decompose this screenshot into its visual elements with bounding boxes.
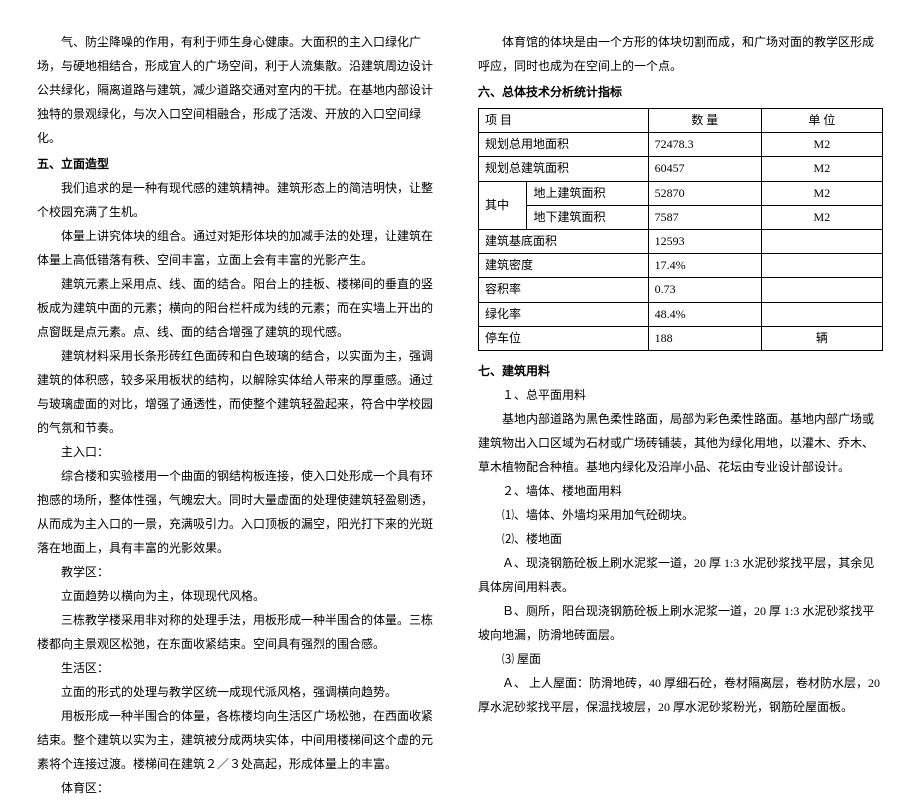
cell-unit: 辆 — [761, 326, 882, 350]
cell-qty: 48.4% — [648, 302, 761, 326]
table-row: 其中 地上建筑面积 52870 M2 — [479, 181, 883, 205]
cell-label: 建筑密度 — [479, 254, 649, 278]
table-row: 规划总用地面积 72478.3 M2 — [479, 133, 883, 157]
cell-unit — [761, 254, 882, 278]
cell-qty: 72478.3 — [648, 133, 761, 157]
left-column: 气、防尘降噪的作用，有利于师生身心健康。大面积的主入口绿化广场，与硬地相结合，形… — [25, 30, 460, 631]
cell-group-label: 其中 — [479, 181, 527, 229]
para-5-1: 我们追求的是一种有现代感的建筑精神。建筑形态上的简洁明快，让整个校园充满了生机。 — [37, 176, 442, 224]
heading-6: 六、总体技术分析统计指标 — [478, 80, 883, 104]
para-7-2-1: ⑴、墙体、外墙均采用加气砼砌块。 — [478, 503, 883, 527]
cell-label: 容积率 — [479, 278, 649, 302]
subhead-living: 生活区： — [37, 656, 442, 680]
cell-unit — [761, 302, 882, 326]
para-sports-1: 体育馆的体块是由一个方形的体块切割而成，和广场对面的教学区形成呼应，同时也成为在… — [478, 30, 883, 78]
col-item: 项 目 — [479, 109, 649, 133]
cell-unit: M2 — [761, 157, 882, 181]
cell-label: 规划总建筑面积 — [479, 157, 649, 181]
cell-qty: 52870 — [648, 181, 761, 205]
table-header-row: 项 目 数 量 单 位 — [479, 109, 883, 133]
subhead-main-entrance: 主入口： — [37, 440, 442, 464]
cell-unit: M2 — [761, 133, 882, 157]
col-qty: 数 量 — [648, 109, 761, 133]
cell-label: 绿化率 — [479, 302, 649, 326]
cell-qty: 60457 — [648, 157, 761, 181]
para-7-2-B: Ｂ、厕所，阳台现浇钢筋砼板上刷水泥浆一道，20 厚 1:3 水泥砂浆找平坡向地漏… — [478, 599, 883, 647]
cell-unit — [761, 278, 882, 302]
para-7-2-A: Ａ、现浇钢筋砼板上刷水泥浆一道，20 厚 1:3 水泥砂浆找平层，其余见具体房间… — [478, 551, 883, 599]
cell-qty: 188 — [648, 326, 761, 350]
table-row: 规划总建筑面积 60457 M2 — [479, 157, 883, 181]
subhead-7-2: ２、墙体、楼地面用料 — [478, 479, 883, 503]
cell-unit: M2 — [761, 205, 882, 229]
table-row: 建筑基底面积 12593 — [479, 229, 883, 253]
para-5-2: 体量上讲究体块的组合。通过对矩形体块的加减手法的处理，让建筑在体量上高低错落有秩… — [37, 224, 442, 272]
para-7-3-A: Ａ、 上人屋面：防滑地砖，40 厚细石砼，卷材隔离层，卷材防水层，20 厚水泥砂… — [478, 671, 883, 719]
cell-label: 规划总用地面积 — [479, 133, 649, 157]
cell-sublabel: 地下建筑面积 — [527, 205, 648, 229]
table-row: 停车位 188 辆 — [479, 326, 883, 350]
cell-qty: 17.4% — [648, 254, 761, 278]
cell-sublabel: 地上建筑面积 — [527, 181, 648, 205]
cell-qty: 0.73 — [648, 278, 761, 302]
subhead-7-3: ⑶ 屋面 — [478, 647, 883, 671]
table-row: 建筑密度 17.4% — [479, 254, 883, 278]
subhead-sports: 体育区： — [37, 776, 442, 800]
para-main-entrance: 综合楼和实验楼用一个曲面的钢结构板连接，使入口处形成一个具有环抱感的场所，整体性… — [37, 464, 442, 560]
subhead-7-1: １、总平面用料 — [478, 383, 883, 407]
table-row: 容积率 0.73 — [479, 278, 883, 302]
subhead-teaching: 教学区： — [37, 560, 442, 584]
cell-label: 停车位 — [479, 326, 649, 350]
para-living-2: 用板形成一种半围合的体量，各栋楼均向生活区广场松弛，在西面收紧结束。整个建筑以实… — [37, 704, 442, 776]
cell-unit — [761, 229, 882, 253]
cell-qty: 7587 — [648, 205, 761, 229]
table-row: 地下建筑面积 7587 M2 — [479, 205, 883, 229]
cell-unit: M2 — [761, 181, 882, 205]
col-unit: 单 位 — [761, 109, 882, 133]
cell-label: 建筑基底面积 — [479, 229, 649, 253]
stats-table: 项 目 数 量 单 位 规划总用地面积 72478.3 M2 规划总建筑面积 6… — [478, 108, 883, 351]
para-living-1: 立面的形式的处理与教学区统一成现代派风格，强调横向趋势。 — [37, 680, 442, 704]
para-7-1: 基地内部道路为黑色柔性路面，局部为彩色柔性路面。基地内部广场或建筑物出入口区域为… — [478, 407, 883, 479]
right-column: 体育馆的体块是由一个方形的体块切割而成，和广场对面的教学区形成呼应，同时也成为在… — [460, 30, 895, 631]
cell-qty: 12593 — [648, 229, 761, 253]
para-intro-continued: 气、防尘降噪的作用，有利于师生身心健康。大面积的主入口绿化广场，与硬地相结合，形… — [37, 30, 442, 150]
heading-7: 七、建筑用料 — [478, 359, 883, 383]
para-5-3: 建筑元素上采用点、线、面的结合。阳台上的挂板、楼梯间的垂直的竖板成为建筑中面的元… — [37, 272, 442, 344]
table-row: 绿化率 48.4% — [479, 302, 883, 326]
para-5-4: 建筑材料采用长条形砖红色面砖和白色玻璃的结合，以实面为主，强调建筑的体积感，较多… — [37, 344, 442, 440]
para-teaching-1: 立面趋势以横向为主，体现现代风格。 — [37, 584, 442, 608]
para-teaching-2: 三栋教学楼采用非对称的处理手法，用板形成一种半围合的体量。三栋楼都向主景观区松弛… — [37, 608, 442, 656]
para-7-2-2: ⑵、楼地面 — [478, 527, 883, 551]
heading-5: 五、立面造型 — [37, 152, 442, 176]
